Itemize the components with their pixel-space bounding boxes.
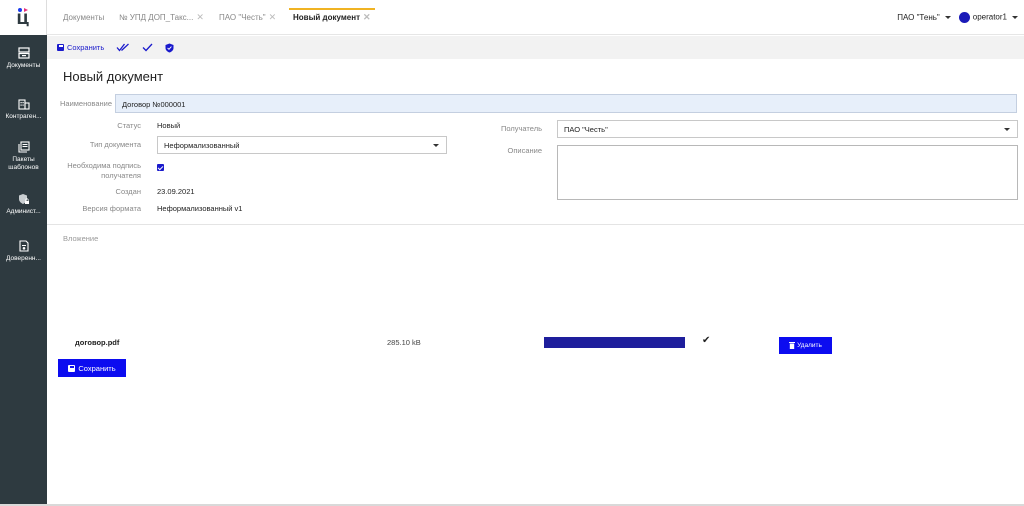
description-label: Описание [507,146,542,155]
save-button[interactable]: Сохранить [58,359,126,377]
document-stamp-icon [18,240,29,252]
sidebar: Ц Документы Контраген... Пакеты шаблонов… [0,0,47,506]
recipient-value: ПАО "Честь" [564,125,608,134]
sidebar-item-label: Админист... [6,208,41,215]
save-label: Сохранить [78,363,116,373]
org-selector[interactable]: ПАО "Тень" [897,13,951,22]
save-icon [57,44,64,51]
user-icon [958,12,970,23]
double-check-icon[interactable] [116,43,130,52]
user-menu[interactable]: operator1 [958,12,1018,23]
recipient-label: Получатель [501,124,542,133]
sign-required-checkbox[interactable] [157,164,164,171]
recipient-select[interactable]: ПАО "Честь" [557,120,1018,138]
doctype-value: Неформализованный [164,141,240,150]
save-icon [68,364,76,372]
description-textarea[interactable] [557,145,1018,200]
doctype-label: Тип документа [89,140,141,149]
tab-pao-chest[interactable]: ПАО "Честь" ✕ [219,0,276,35]
tab-bar: Документы № УПД ДОП_Такс... ✕ ПАО "Честь… [47,0,1024,35]
chevron-down-icon [1004,128,1010,131]
tab-new-document[interactable]: Новый документ ✕ [289,0,375,35]
sidebar-item-label: Контраген... [5,113,42,120]
sign-required-label: Необходима подпись получателя [67,161,141,180]
status-label: Статус [117,121,141,130]
sidebar-item-label: Пакеты шаблонов [8,156,39,171]
created-value: 23.09.2021 [157,187,195,196]
close-icon[interactable]: ✕ [363,12,371,23]
upload-complete-icon: ✔ [702,335,711,346]
attachment-title: Вложение [63,234,99,243]
shield-lock-icon [18,194,29,204]
name-row: Наименование Договор №000001 [47,94,1024,114]
sidebar-item-documents[interactable]: Документы [0,47,47,70]
tab-label: Новый документ [293,13,360,22]
sidebar-item-proxies[interactable]: Доверенн... [0,240,47,263]
divider [47,224,1024,225]
trash-icon [789,342,796,349]
doctype-select[interactable]: Неформализованный [157,136,447,154]
file-name[interactable]: договор.pdf [75,338,119,347]
sidebar-item-label: Доверенн... [6,255,41,262]
format-version-value: Неформализованный v1 [157,204,243,213]
app-logo[interactable]: Ц [0,0,47,35]
upload-progress-bar [544,337,685,348]
close-icon[interactable]: ✕ [269,12,277,23]
sidebar-item-admin[interactable]: Админист... [0,193,47,216]
page-title: Новый документ [63,69,164,84]
chevron-down-icon [433,144,439,147]
tab-label: ПАО "Честь" [219,13,266,22]
tab-label: Документы [63,13,105,22]
tab-documents[interactable]: Документы [63,0,104,35]
chevron-down-icon [944,16,951,20]
sidebar-item-contractors[interactable]: Контраген... [0,98,47,121]
tab-label: № УПД ДОП_Такс... [119,13,194,22]
format-version-label: Версия формата [82,204,141,213]
name-input[interactable]: Договор №000001 [115,94,1017,113]
status-value: Новый [157,121,181,130]
shield-check-icon[interactable] [165,43,174,53]
tab-upd[interactable]: № УПД ДОП_Такс... ✕ [119,0,204,35]
layers-icon [17,141,30,153]
sidebar-item-label: Документы [6,62,41,69]
check-icon[interactable] [142,43,153,52]
inbox-icon [17,47,30,59]
user-name: operator1 [972,12,1007,22]
name-label: Наименование [60,99,112,108]
org-name: ПАО "Тень" [897,13,940,22]
delete-label: Удалить [797,342,822,349]
building-icon [17,99,30,110]
close-icon[interactable]: ✕ [196,12,204,23]
header-right: ПАО "Тень" operator1 [897,0,1018,35]
created-label: Создан [115,187,141,196]
toolbar-save-button[interactable]: Сохранить [57,43,104,52]
toolbar-save-label: Сохранить [67,43,105,52]
file-size: 285.10 kB [387,338,421,347]
toolbar: Сохранить [47,36,1024,59]
sidebar-item-templates[interactable]: Пакеты шаблонов [0,141,47,172]
delete-file-button[interactable]: Удалить [779,337,832,354]
upload-progress-fill [544,337,685,348]
chevron-down-icon [1012,16,1018,19]
